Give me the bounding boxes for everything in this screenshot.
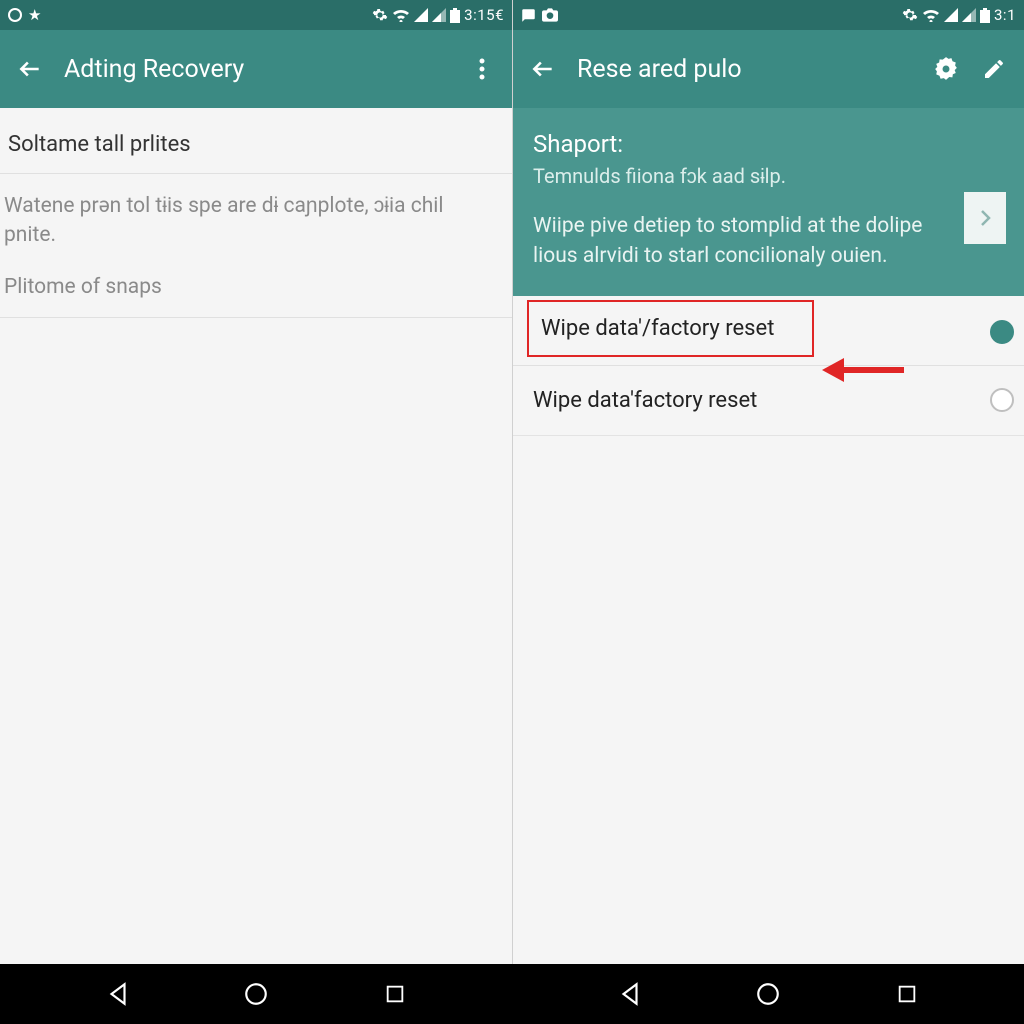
back-icon[interactable] xyxy=(16,55,44,83)
nav-recent-icon[interactable] xyxy=(374,973,416,1015)
body-text: Watene prən tol tɨis spe are dɨ caɲplote… xyxy=(0,174,512,261)
sub-label[interactable]: Plitome of snaps xyxy=(0,261,512,317)
chevron-right-icon[interactable] xyxy=(964,192,1006,244)
signal-icon-2 xyxy=(962,8,976,22)
status-clock: 3:15€ xyxy=(464,6,504,24)
star-icon: ★ xyxy=(28,6,41,24)
list-item-wipe-data-1[interactable]: Wipe data'/factory reset xyxy=(527,300,814,357)
panel-title: Shaport: xyxy=(533,130,944,158)
status-bar-left: ★ 3:15€ xyxy=(0,0,512,30)
badge-gear-icon[interactable] xyxy=(932,55,960,83)
info-panel: Shaport: Temnulds fiiona fɔk aad sɨlp. W… xyxy=(513,108,1024,296)
battery-icon xyxy=(980,8,990,23)
settings-gear-icon xyxy=(902,7,918,23)
radio-selected[interactable] xyxy=(990,320,1014,344)
back-icon[interactable] xyxy=(529,55,557,83)
app-bar-left: Adting Recovery xyxy=(0,30,512,108)
wifi-icon xyxy=(392,8,410,22)
nav-bar xyxy=(0,964,1024,1024)
signal-icon xyxy=(414,8,428,22)
panel-subtitle: Temnulds fiiona fɔk aad sɨlp. xyxy=(533,164,944,189)
row-label: Wipe data'/factory reset xyxy=(541,316,774,341)
nav-back-icon[interactable] xyxy=(97,973,139,1015)
settings-gear-icon xyxy=(372,7,388,23)
overflow-menu-icon[interactable] xyxy=(468,55,496,83)
radio-unselected[interactable] xyxy=(990,388,1014,412)
nav-back-icon[interactable] xyxy=(609,973,651,1015)
app-title: Adting Recovery xyxy=(64,55,448,84)
signal-icon xyxy=(944,8,958,22)
nav-home-icon[interactable] xyxy=(747,973,789,1015)
camera-icon xyxy=(542,8,558,22)
app-title: Rese ared pulo xyxy=(577,55,912,84)
row-label: Wipe data'factory reset xyxy=(533,388,1002,413)
app-bar-right: Rese ared pulo xyxy=(513,30,1024,108)
status-clock: 3:1 xyxy=(994,6,1016,24)
edit-pencil-icon[interactable] xyxy=(980,55,1008,83)
divider xyxy=(0,317,512,318)
chat-icon xyxy=(521,8,536,23)
signal-icon-2 xyxy=(432,8,446,22)
circle-icon xyxy=(8,8,22,22)
list-item-wipe-data-2[interactable]: Wipe data'factory reset xyxy=(513,366,1024,436)
nav-recent-icon[interactable] xyxy=(886,973,928,1015)
panel-body: Wiipe pive detiep to stomplid at the dol… xyxy=(533,211,944,272)
wifi-icon xyxy=(922,8,940,22)
section-heading: Soltame tall prlites xyxy=(0,108,512,173)
status-bar-right: 3:1 xyxy=(513,0,1024,30)
nav-home-icon[interactable] xyxy=(235,973,277,1015)
battery-icon xyxy=(450,8,460,23)
